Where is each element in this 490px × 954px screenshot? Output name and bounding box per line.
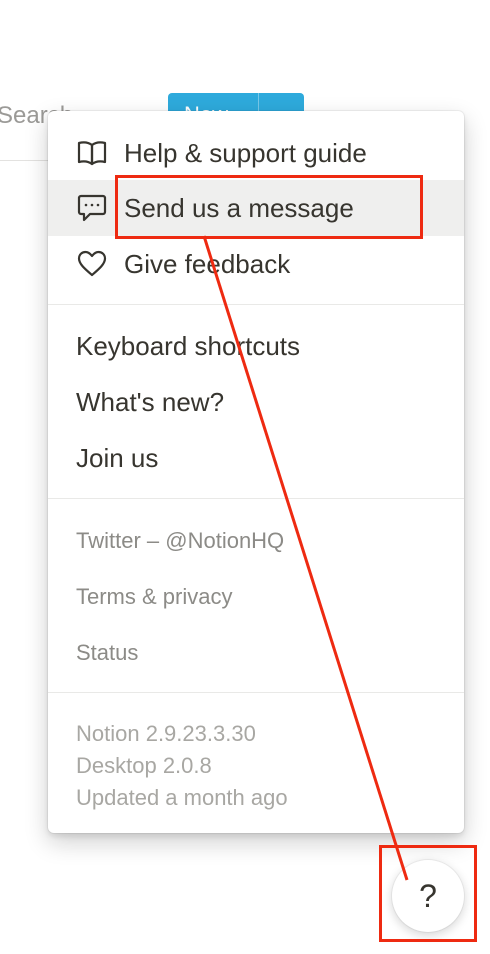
annotation-highlight-box	[115, 175, 423, 239]
menu-item-keyboard-shortcuts[interactable]: Keyboard shortcuts	[48, 318, 464, 374]
menu-divider	[48, 692, 464, 693]
annotation-highlight-box	[379, 845, 477, 942]
menu-item-whats-new[interactable]: What's new?	[48, 374, 464, 430]
updated-time: Updated a month ago	[76, 785, 288, 810]
heart-icon	[76, 248, 108, 280]
menu-link-status[interactable]: Status	[76, 640, 138, 666]
menu-item-label: Help & support guide	[124, 137, 367, 168]
menu-item-label: Join us	[76, 442, 159, 473]
app-version: Notion 2.9.23.3.30	[76, 721, 256, 746]
menu-divider	[48, 498, 464, 499]
desktop-version: Desktop 2.0.8	[76, 753, 212, 778]
menu-link-twitter[interactable]: Twitter – @NotionHQ	[76, 528, 284, 554]
version-info: Notion 2.9.23.3.30 Desktop 2.0.8 Updated…	[76, 718, 288, 814]
chat-bubble-icon	[76, 192, 108, 224]
menu-divider	[48, 304, 464, 305]
menu-item-join-us[interactable]: Join us	[48, 430, 464, 486]
menu-item-label: What's new?	[76, 386, 225, 417]
menu-item-help-support-guide[interactable]: Help & support guide	[48, 125, 464, 181]
menu-item-label: Give feedback	[124, 248, 291, 279]
book-icon	[76, 137, 108, 169]
menu-item-give-feedback[interactable]: Give feedback	[48, 236, 464, 292]
menu-item-label: Keyboard shortcuts	[76, 330, 301, 361]
menu-link-terms-privacy[interactable]: Terms & privacy	[76, 584, 232, 610]
